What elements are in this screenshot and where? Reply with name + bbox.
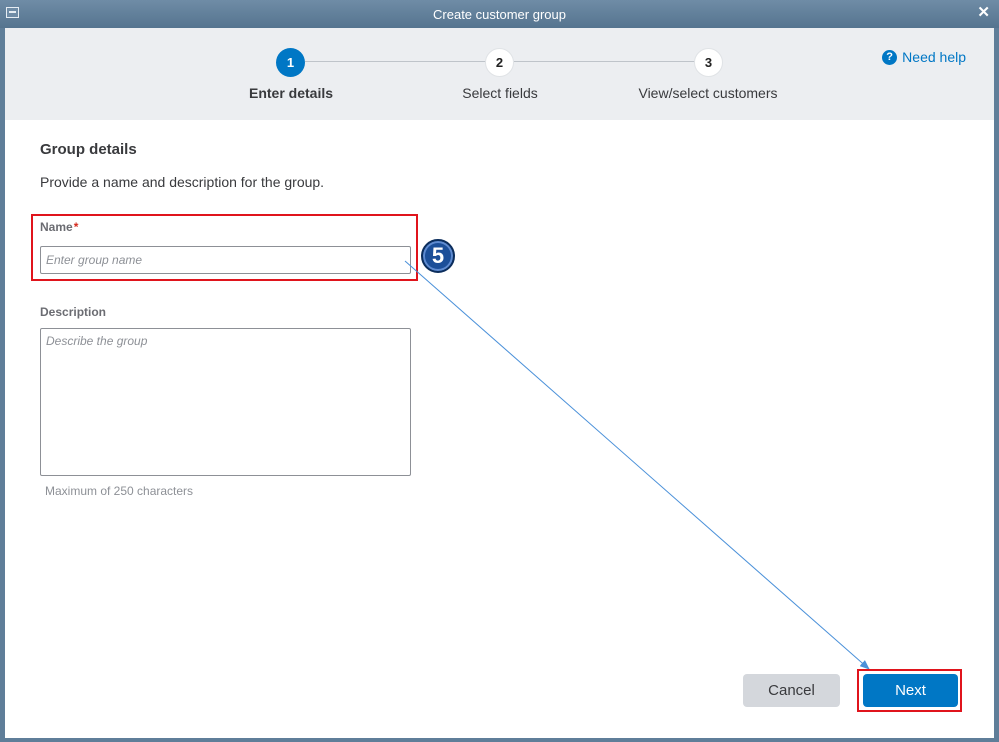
group-description-input[interactable] — [40, 328, 411, 476]
step-1-indicator: 1 — [276, 48, 305, 77]
step-2-label: Select fields — [462, 85, 538, 101]
need-help-label: Need help — [902, 49, 966, 65]
dialog-window: Create customer group ✕ 1 2 3 Enter deta… — [0, 0, 999, 742]
stepper: 1 2 3 Enter details Select fields View/s… — [5, 28, 994, 120]
dialog-content: 1 2 3 Enter details Select fields View/s… — [5, 28, 994, 738]
description-hint: Maximum of 250 characters — [45, 484, 194, 498]
step-3-label: View/select customers — [638, 85, 778, 101]
help-icon: ? — [882, 49, 898, 65]
section-heading: Group details — [40, 141, 137, 158]
step-number-badge: 5 — [421, 239, 455, 273]
description-label: Description — [40, 305, 107, 319]
step-2-indicator: 2 — [485, 48, 514, 77]
section-description: Provide a name and description for the g… — [40, 174, 325, 190]
name-field-highlight — [31, 214, 418, 281]
cancel-button[interactable]: Cancel — [743, 674, 840, 707]
step-connector — [514, 61, 709, 62]
step-3-indicator: 3 — [694, 48, 723, 77]
next-button[interactable]: Next — [863, 674, 958, 707]
window-title: Create customer group — [433, 7, 566, 22]
title-bar: Create customer group ✕ — [0, 0, 999, 28]
close-icon[interactable]: ✕ — [977, 5, 990, 21]
step-1-label: Enter details — [248, 85, 334, 101]
need-help-link[interactable]: ? Need help — [882, 49, 966, 65]
step-connector — [305, 61, 499, 62]
